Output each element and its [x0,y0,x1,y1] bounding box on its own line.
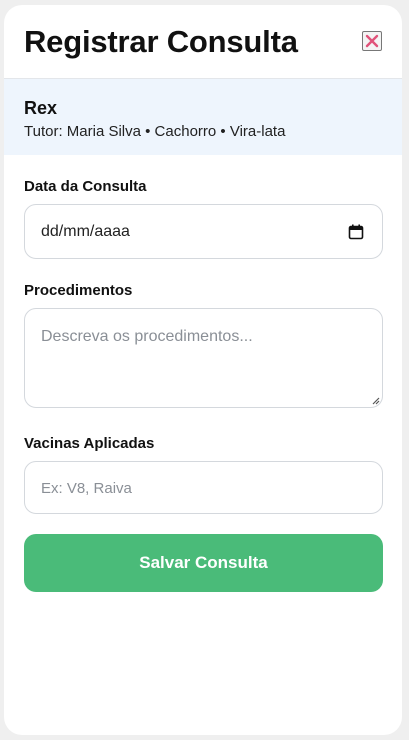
modal-title: Registrar Consulta [24,24,298,59]
date-input[interactable]: dd/mm/aaaa [24,204,383,259]
consult-modal: Registrar Consulta Rex Tutor: Maria Silv… [4,5,402,735]
modal-header: Registrar Consulta [4,5,402,79]
vaccines-label: Vacinas Aplicadas [24,435,155,452]
save-consult-button[interactable]: Salvar Consulta [24,534,383,592]
pet-info-panel: Rex Tutor: Maria Silva • Cachorro • Vira… [4,79,402,155]
date-label: Data da Consulta [24,178,147,195]
vaccines-input[interactable]: Ex: V8, Raiva [24,461,383,514]
pet-name: Rex [24,98,58,118]
vaccines-placeholder: Ex: V8, Raiva [41,480,132,497]
pet-details: Tutor: Maria Silva • Cachorro • Vira-lat… [24,123,286,140]
close-icon [365,34,379,48]
resize-handle-icon[interactable] [370,395,380,405]
procedures-label: Procedimentos [24,282,133,299]
procedures-textarea[interactable]: Descreva os procedimentos... [24,308,383,408]
calendar-icon[interactable] [348,224,364,240]
procedures-placeholder: Descreva os procedimentos... [41,328,253,345]
close-button[interactable] [362,31,382,51]
date-value: dd/mm/aaaa [41,223,130,240]
